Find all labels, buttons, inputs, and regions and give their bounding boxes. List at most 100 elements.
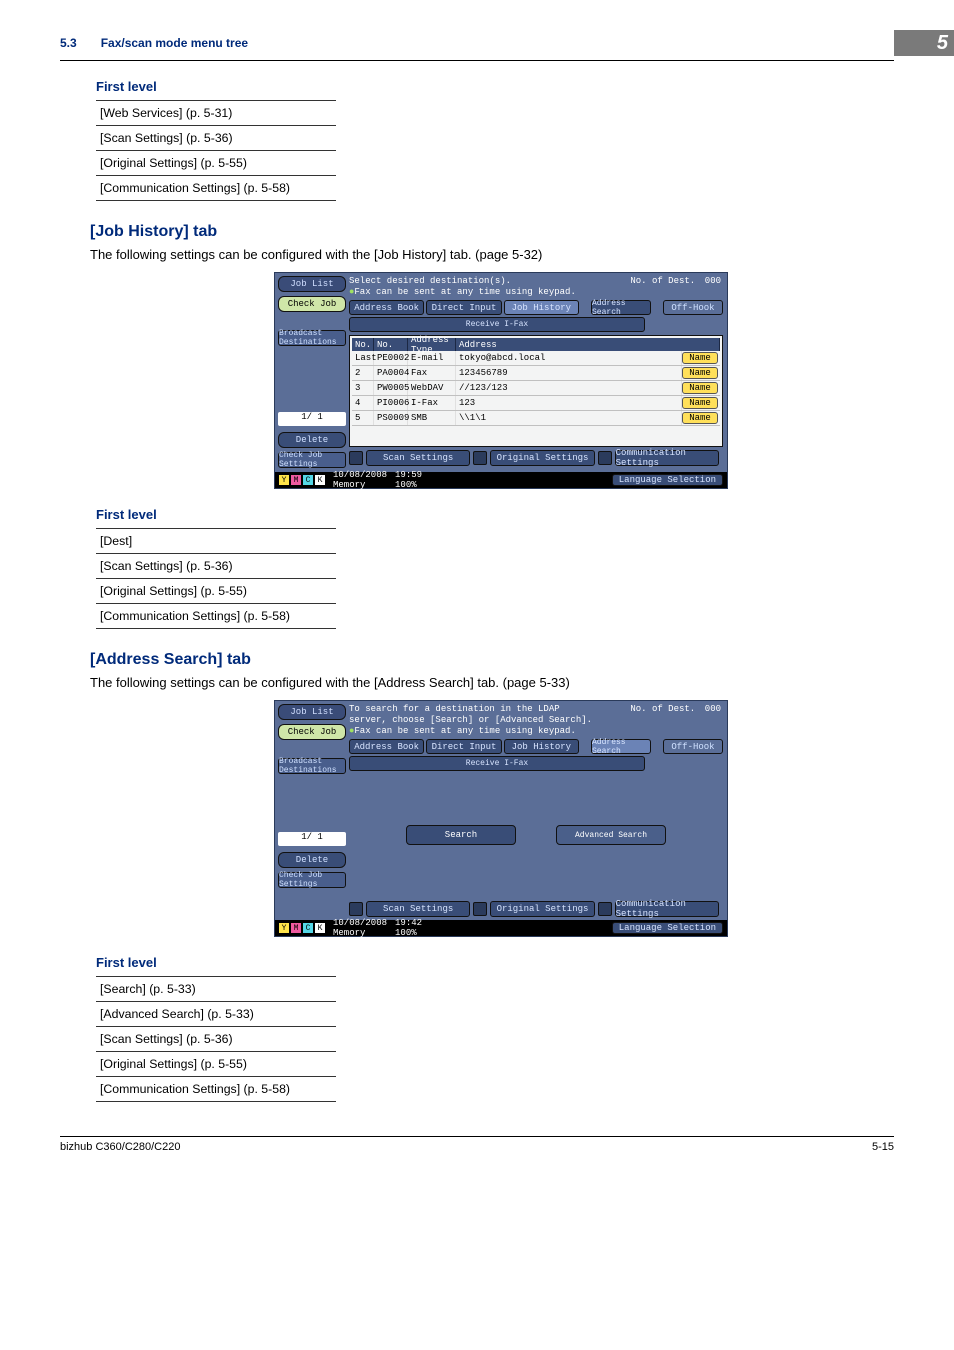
table-row: [Communication Settings] (p. 5-58) [96,1077,336,1102]
first-level-table-b: [Dest] [Scan Settings] (p. 5-36) [Origin… [96,528,336,629]
status-time: 19:42100% [395,918,422,938]
address-search-tab[interactable]: Address Search [591,300,651,315]
page-footer: bizhub C360/C280/C220 5-15 [60,1136,894,1153]
table-row: [Communication Settings] (p. 5-58) [96,604,336,629]
name-button[interactable]: Name [682,352,718,364]
status-date: 10/08/2008Memory [333,918,387,938]
name-button[interactable]: Name [682,382,718,394]
table-b-heading: First level [96,507,894,522]
table-row: [Scan Settings] (p. 5-36) [96,1027,336,1052]
col-address: Address [456,338,720,351]
off-hook-button[interactable]: Off-Hook [663,300,723,315]
toner-m-icon: M [291,923,301,933]
table-row: [Original Settings] (p. 5-55) [96,579,336,604]
language-selection-button[interactable]: Language Selection [612,922,723,934]
table-row[interactable]: Last PE0002 E-mail tokyo@abcd.local Name [352,351,720,366]
section-title: Fax/scan mode menu tree [101,36,894,50]
check-job-button[interactable]: Check Job [278,724,346,740]
original-settings-button[interactable]: Original Settings [490,901,594,917]
scan-settings-icon [349,451,363,465]
delete-button[interactable]: Delete [278,852,346,868]
job-list-button[interactable]: Job List [278,704,346,720]
toner-c-icon: C [303,923,313,933]
delete-button[interactable]: Delete [278,432,346,448]
search-button[interactable]: Search [406,825,516,845]
scan-settings-button[interactable]: Scan Settings [366,901,470,917]
address-book-tab[interactable]: Address Book [349,300,424,315]
off-hook-button[interactable]: Off-Hook [663,739,723,754]
col-no: No. [352,338,374,351]
table-row: [Scan Settings] (p. 5-36) [96,126,336,151]
job-history-tab[interactable]: Job History [504,300,579,315]
advanced-search-button[interactable]: Advanced Search [556,825,666,845]
table-row: [Original Settings] (p. 5-55) [96,151,336,176]
receive-ifax-button[interactable]: Receive I-Fax [349,317,645,332]
table-row: [Web Services] (p. 5-31) [96,100,336,126]
table-a-heading: First level [96,79,894,94]
status-time: 19:59100% [395,470,422,490]
original-settings-button[interactable]: Original Settings [490,450,594,466]
comm-settings-button[interactable]: Communication Settings [615,901,719,917]
table-row: [Dest] [96,528,336,554]
instruction-text: ●Fax can be sent at any time using keypa… [349,726,723,736]
direct-input-tab[interactable]: Direct Input [426,300,501,315]
table-row: [Advanced Search] (p. 5-33) [96,1002,336,1027]
scan-settings-button[interactable]: Scan Settings [366,450,470,466]
toner-y-icon: Y [279,475,289,485]
table-c-heading: First level [96,955,894,970]
toner-y-icon: Y [279,923,289,933]
job-history-screenshot: No. of Dest. 000 Job List Check Job Broa… [274,272,728,489]
table-row: [Search] (p. 5-33) [96,976,336,1002]
address-search-heading: [Address Search] tab [90,651,894,669]
instruction-text: ●Fax can be sent at any time using keypa… [349,287,723,297]
toner-k-icon: K [315,475,325,485]
instruction-text: server, choose [Search] or [Advanced Sea… [349,715,723,725]
language-selection-button[interactable]: Language Selection [612,474,723,486]
toner-k-icon: K [315,923,325,933]
dest-count: No. of Dest. 000 [630,704,721,714]
name-button[interactable]: Name [682,367,718,379]
table-row[interactable]: 2 PA0004 Fax 123456789 Name [352,366,720,381]
comm-settings-button[interactable]: Communication Settings [615,450,719,466]
header-rule [60,60,894,61]
broadcast-dest-label: Broadcast Destinations [278,758,346,774]
scan-settings-icon [349,902,363,916]
col-no2: No. [374,338,408,351]
first-level-table-c: [Search] (p. 5-33) [Advanced Search] (p.… [96,976,336,1102]
job-history-tab[interactable]: Job History [504,739,579,754]
table-row[interactable]: 5 PS0009 SMB \\1\1 Name [352,411,720,426]
model-name: bizhub C360/C280/C220 [60,1141,180,1153]
table-row[interactable]: 3 PW0005 WebDAV //123/123 Name [352,381,720,396]
comm-settings-icon [598,451,612,465]
job-history-table: No. No. Address Type Address Last PE0002… [349,335,723,447]
check-job-settings-button[interactable]: Check Job Settings [278,452,346,468]
address-search-tab[interactable]: Address Search [591,739,651,754]
check-job-button[interactable]: Check Job [278,296,346,312]
status-date: 10/08/2008Memory [333,470,387,490]
first-level-table-a: [Web Services] (p. 5-31) [Scan Settings]… [96,100,336,201]
receive-ifax-button[interactable]: Receive I-Fax [349,756,645,771]
status-bar: Y M C K 10/08/2008Memory 19:42100% Langu… [275,920,727,936]
address-search-screenshot: No. of Dest. 000 Job List Check Job Broa… [274,700,728,937]
toner-m-icon: M [291,475,301,485]
dest-count: No. of Dest. 000 [630,276,721,286]
original-settings-icon [473,451,487,465]
address-search-intro: The following settings can be configured… [90,675,894,690]
name-button[interactable]: Name [682,412,718,424]
original-settings-icon [473,902,487,916]
job-history-intro: The following settings can be configured… [90,247,894,262]
col-address-type: Address Type [408,338,456,351]
direct-input-tab[interactable]: Direct Input [426,739,501,754]
table-row: [Original Settings] (p. 5-55) [96,1052,336,1077]
address-book-tab[interactable]: Address Book [349,739,424,754]
job-history-heading: [Job History] tab [90,223,894,241]
broadcast-dest-label: Broadcast Destinations [278,330,346,346]
name-button[interactable]: Name [682,397,718,409]
check-job-settings-button[interactable]: Check Job Settings [278,872,346,888]
comm-settings-icon [598,902,612,916]
toner-c-icon: C [303,475,313,485]
table-row[interactable]: 4 PI0006 I-Fax 123 Name [352,396,720,411]
section-number: 5.3 [60,36,77,50]
job-list-button[interactable]: Job List [278,276,346,292]
pager: 1/ 1 [278,832,346,846]
